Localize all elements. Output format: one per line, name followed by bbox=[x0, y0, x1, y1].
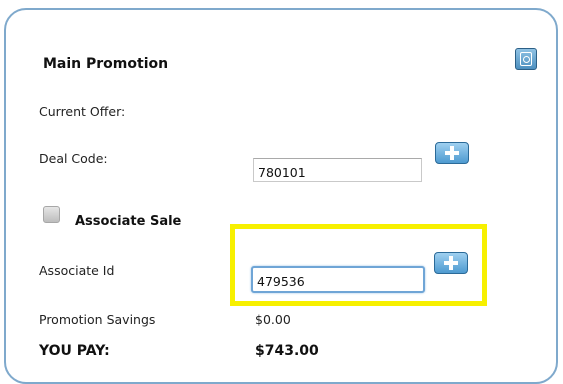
promotion-savings-label: Promotion Savings bbox=[39, 312, 156, 327]
associate-sale-label: Associate Sale bbox=[75, 214, 182, 229]
coupon-icon bbox=[520, 52, 532, 66]
associate-id-label: Associate Id bbox=[39, 263, 115, 278]
coupon-button[interactable] bbox=[515, 48, 537, 70]
deal-code-label: Deal Code: bbox=[39, 151, 108, 166]
associate-id-input[interactable] bbox=[251, 266, 425, 293]
add-deal-code-button[interactable] bbox=[435, 142, 469, 164]
associate-sale-checkbox[interactable] bbox=[43, 206, 60, 223]
deal-code-input[interactable] bbox=[253, 158, 422, 182]
you-pay-label: YOU PAY: bbox=[39, 343, 110, 359]
plus-icon bbox=[444, 256, 458, 270]
you-pay-value: $743.00 bbox=[255, 343, 319, 359]
current-offer-label: Current Offer: bbox=[39, 104, 126, 119]
promotion-savings-value: $0.00 bbox=[255, 312, 291, 327]
panel-title: Main Promotion bbox=[43, 56, 169, 72]
plus-icon bbox=[445, 146, 459, 160]
add-associate-id-button[interactable] bbox=[434, 252, 468, 274]
